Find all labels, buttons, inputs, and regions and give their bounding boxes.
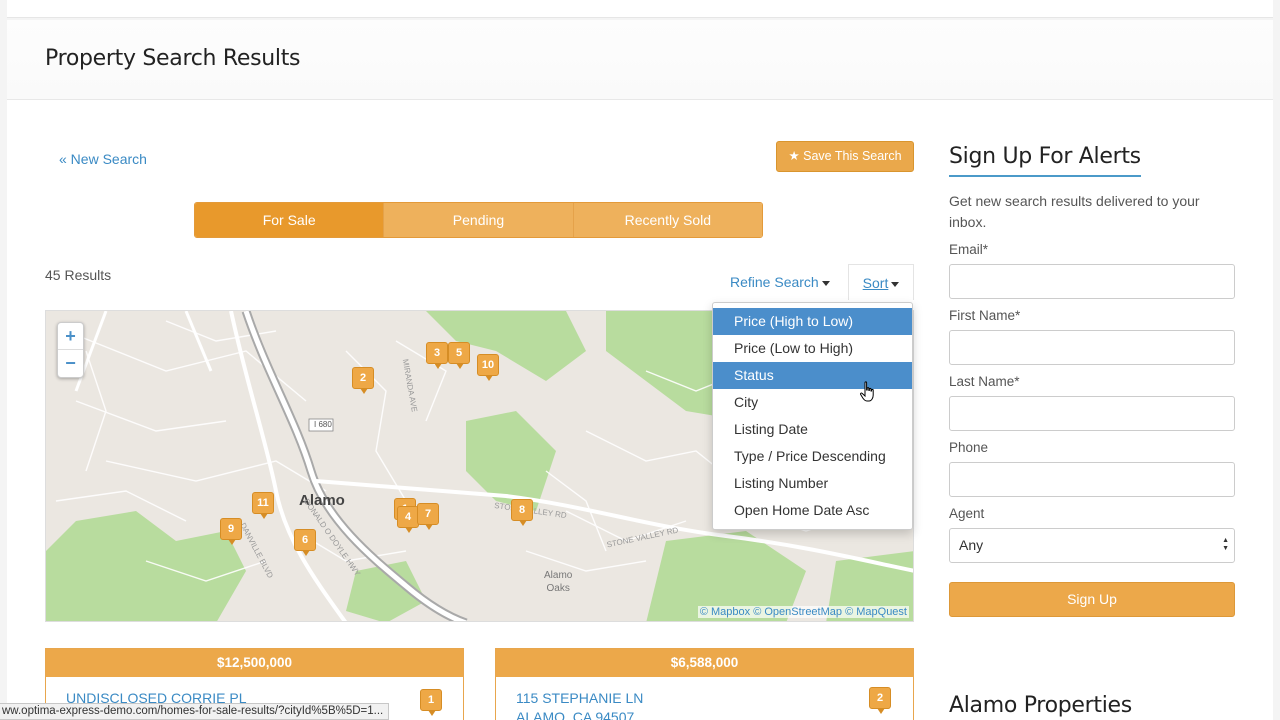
mapbox-link[interactable]: © Mapbox [700, 606, 750, 618]
listing-marker: 1 [420, 689, 442, 716]
listing-marker: 2 [869, 687, 891, 714]
map-marker[interactable]: 5 [448, 342, 470, 369]
sort-option-city[interactable]: City [713, 389, 912, 416]
caret-down-icon [891, 281, 900, 287]
tab-for-sale[interactable]: For Sale [195, 203, 385, 237]
save-search-button[interactable]: ★ Save This Search [776, 141, 914, 172]
listing-price: $6,588,000 [496, 649, 913, 677]
zoom-out-button[interactable]: − [58, 350, 83, 377]
sort-option-type-price-desc[interactable]: Type / Price Descending [713, 443, 912, 470]
sort-dropdown-menu: Price (High to Low) Price (Low to High) … [712, 302, 913, 530]
listing-price: $12,500,000 [46, 649, 463, 677]
caret-down-icon [821, 280, 830, 286]
openstreetmap-link[interactable]: © OpenStreetMap [753, 606, 842, 618]
sort-option-status[interactable]: Status [713, 362, 912, 389]
listing-card[interactable]: $6,588,000 115 STEPHANIE LN ALAMO, CA 94… [495, 648, 914, 720]
email-label: Email* [949, 242, 989, 257]
sign-up-button[interactable]: Sign Up [949, 582, 1235, 617]
sort-option-price-low-high[interactable]: Price (Low to High) [713, 335, 912, 362]
tab-pending[interactable]: Pending [384, 203, 574, 237]
zoom-in-button[interactable]: + [58, 323, 83, 350]
new-search-link[interactable]: « New Search [59, 151, 147, 167]
sort-button[interactable]: Sort [848, 264, 914, 300]
map-marker[interactable]: 8 [511, 499, 533, 526]
tab-recently-sold[interactable]: Recently Sold [573, 203, 762, 237]
listing-address-line: 115 STEPHANIE LN [516, 690, 644, 706]
refine-search-link[interactable]: Refine Search [730, 274, 830, 290]
map-marker[interactable]: 9 [220, 518, 242, 545]
map-marker[interactable]: 10 [477, 354, 499, 381]
last-name-field[interactable] [949, 396, 1235, 431]
sort-option-open-home-date[interactable]: Open Home Date Asc [713, 497, 912, 524]
sort-option-price-high-low[interactable]: Price (High to Low) [713, 308, 912, 335]
map-marker[interactable]: 6 [294, 529, 316, 556]
browser-top-strip [7, 0, 1273, 18]
first-name-field[interactable] [949, 330, 1235, 365]
title-bar: Property Search Results [7, 20, 1273, 100]
map-marker[interactable]: 2 [352, 367, 374, 394]
status-tabs: For Sale Pending Recently Sold [194, 202, 763, 238]
first-name-label: First Name* [949, 308, 1021, 323]
map-hwy-label: I 680 [314, 420, 332, 429]
map-zoom-control: + − [57, 322, 84, 378]
agent-select-value: Any [959, 537, 984, 553]
page-container: Property Search Results « New Search ★ S… [7, 20, 1273, 720]
map-marker[interactable]: 3 [426, 342, 448, 369]
agent-label: Agent [949, 506, 985, 521]
alerts-sidebar: Sign Up For Alerts Get new search result… [949, 144, 1235, 617]
listing-address-city: ALAMO, CA 94507 [516, 709, 635, 720]
map-marker[interactable]: 4 [397, 506, 419, 533]
browser-status-url: ww.optima-express-demo.com/homes-for-sal… [0, 703, 390, 720]
select-arrows-icon: ▲ ▼ [1222, 537, 1229, 552]
map-marker[interactable]: 11 [252, 492, 274, 519]
alerts-title: Sign Up For Alerts [949, 144, 1141, 177]
sort-label: Sort [862, 275, 889, 291]
page-title: Property Search Results [45, 46, 301, 71]
mapquest-link[interactable]: © MapQuest [845, 606, 907, 618]
refine-label: Refine Search [730, 274, 819, 290]
sort-option-listing-number[interactable]: Listing Number [713, 470, 912, 497]
alamo-properties-title: Alamo Properties [949, 693, 1132, 718]
results-count: 45 Results [45, 267, 112, 283]
phone-label: Phone [949, 440, 989, 455]
map-attribution: © Mapbox © OpenStreetMap © MapQuest [697, 606, 909, 618]
hand-pointer-cursor-icon [859, 381, 874, 402]
map-marker[interactable]: 7 [417, 503, 439, 530]
email-field[interactable] [949, 264, 1235, 299]
listing-address[interactable]: 115 STEPHANIE LN ALAMO, CA 94507 [516, 689, 643, 720]
map-area-label: Alamo Oaks [544, 570, 573, 594]
agent-select[interactable]: Any ▲ ▼ [949, 528, 1235, 563]
last-name-label: Last Name* [949, 374, 1020, 389]
alerts-description: Get new search results delivered to your… [949, 193, 1200, 230]
phone-field[interactable] [949, 462, 1235, 497]
sort-option-listing-date[interactable]: Listing Date [713, 416, 912, 443]
